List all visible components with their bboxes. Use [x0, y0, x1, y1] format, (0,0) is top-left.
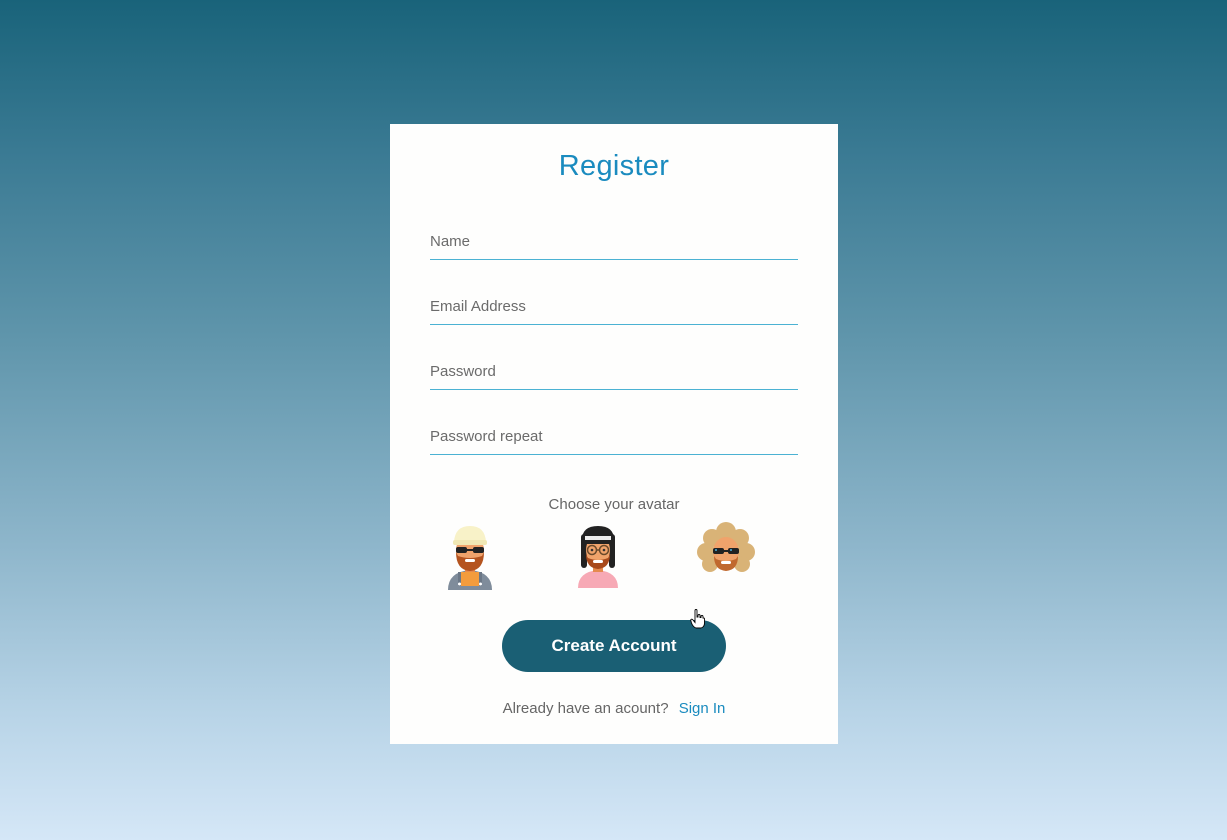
- page-title: Register: [558, 150, 670, 182]
- avatar-label: Choose your avatar: [548, 496, 680, 513]
- avatar-option-1[interactable]: [438, 522, 502, 590]
- password-repeat-field[interactable]: [430, 419, 798, 455]
- signin-link[interactable]: Sign In: [679, 700, 726, 717]
- signin-prompt: Already have an acount? Sign In: [390, 700, 838, 717]
- password-field[interactable]: [430, 354, 798, 390]
- avatar-option-2[interactable]: [566, 522, 630, 590]
- hand-pointer-cursor-icon: [690, 609, 705, 629]
- register-card: Register Choose your avatar: [390, 124, 838, 744]
- avatar-glasses-longhair-icon: [578, 526, 618, 588]
- email-field[interactable]: [430, 289, 798, 325]
- name-field[interactable]: [430, 224, 798, 260]
- avatar-bearded-sunglasses-icon: [448, 526, 492, 590]
- footer-text: Already have an acount?: [502, 700, 669, 717]
- avatar-curly-sunglasses-icon: [697, 522, 755, 572]
- avatar-option-3[interactable]: [694, 522, 758, 590]
